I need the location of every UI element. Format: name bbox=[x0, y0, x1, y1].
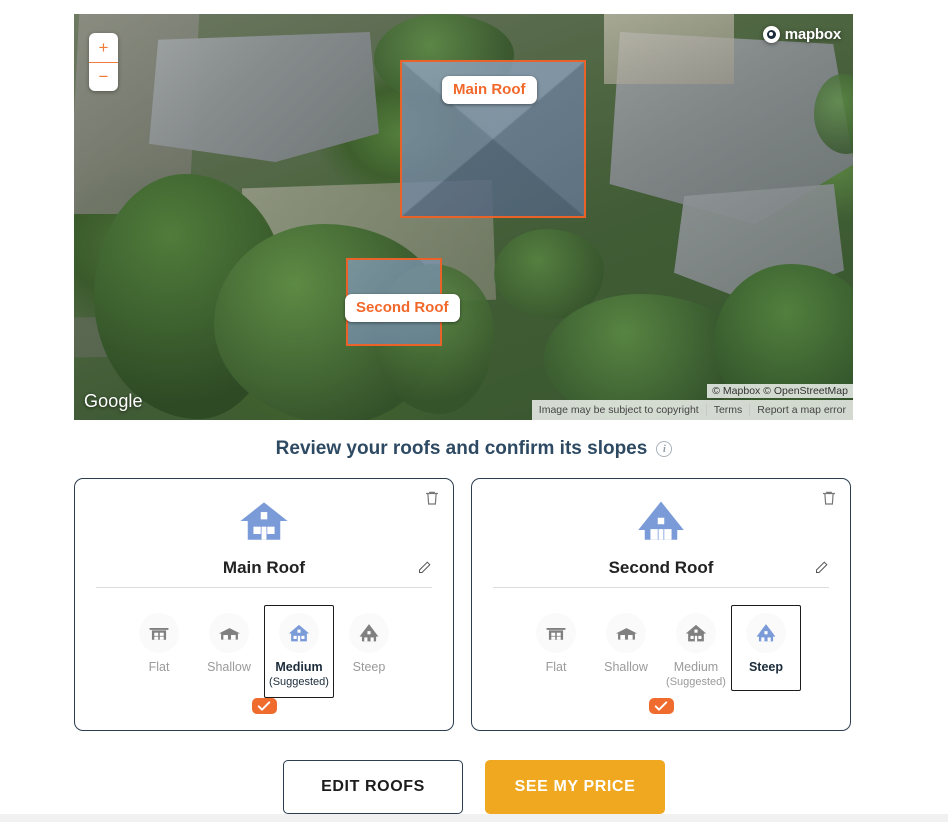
map-zoom-control[interactable]: + − bbox=[89, 33, 118, 91]
roof-card-list: Main Roof Flat Shallow Medium (Suggested… bbox=[74, 478, 854, 731]
terms-link[interactable]: Terms bbox=[705, 404, 750, 416]
map-label-second-roof[interactable]: Second Roof bbox=[345, 294, 460, 322]
slope-suggested-note-medium: (Suggested) bbox=[269, 676, 329, 688]
check-icon bbox=[654, 701, 668, 711]
card-title-row-second: Second Roof bbox=[493, 558, 829, 588]
page-root: Main Roof Second Roof + − mapbox Google … bbox=[0, 0, 948, 822]
check-icon bbox=[257, 701, 271, 711]
house-steep-icon bbox=[349, 613, 389, 653]
roof-card-second[interactable]: Second Roof Flat Shallow Medium (Suggest… bbox=[471, 478, 851, 731]
slope-label-flat: Flat bbox=[545, 660, 567, 674]
slope-option-flat[interactable]: Flat bbox=[521, 605, 591, 691]
slope-label-medium: Medium bbox=[275, 660, 323, 674]
slope-option-medium[interactable]: Medium (Suggested) bbox=[661, 605, 731, 698]
slope-suggested-note-medium: (Suggested) bbox=[666, 676, 726, 688]
house-shallow-icon bbox=[606, 613, 646, 653]
slope-label-shallow: Shallow bbox=[604, 660, 648, 674]
house-medium-icon bbox=[676, 613, 716, 653]
trash-icon[interactable] bbox=[423, 489, 441, 507]
mapbox-logo[interactable]: mapbox bbox=[762, 26, 842, 43]
edit-roofs-button[interactable]: EDIT ROOFS bbox=[283, 760, 463, 814]
aerial-map[interactable]: Main Roof Second Roof + − mapbox Google … bbox=[74, 14, 853, 420]
house-medium-icon bbox=[238, 499, 290, 548]
report-map-error-link[interactable]: Report a map error bbox=[749, 404, 853, 416]
page-title-text: Review your roofs and confirm its slopes bbox=[275, 438, 648, 459]
roof-name-second: Second Roof bbox=[608, 558, 714, 577]
zoom-out-button[interactable]: − bbox=[89, 63, 118, 92]
mapbox-attribution[interactable]: © Mapbox © OpenStreetMap bbox=[707, 384, 853, 398]
slope-option-steep[interactable]: Steep bbox=[731, 605, 801, 691]
zoom-in-button[interactable]: + bbox=[89, 33, 118, 63]
slope-option-flat[interactable]: Flat bbox=[124, 605, 194, 691]
slope-selector-second[interactable]: Flat Shallow Medium (Suggested) Steep bbox=[521, 605, 801, 698]
slope-label-steep: Steep bbox=[748, 660, 784, 674]
confirm-roof-button-second[interactable] bbox=[648, 698, 674, 714]
confirm-roof-button-main[interactable] bbox=[251, 698, 277, 714]
map-label-main-roof[interactable]: Main Roof bbox=[442, 76, 537, 104]
card-title-row-main: Main Roof bbox=[96, 558, 432, 588]
page-bottom-strip bbox=[0, 814, 948, 822]
copyright-notice: Image may be subject to copyright bbox=[538, 404, 699, 416]
slope-label-flat: Flat bbox=[148, 660, 170, 674]
house-steep-icon bbox=[635, 499, 687, 548]
slope-selector-main[interactable]: Flat Shallow Medium (Suggested) Steep bbox=[124, 605, 404, 698]
trash-icon[interactable] bbox=[820, 489, 838, 507]
info-icon[interactable]: i bbox=[656, 441, 673, 457]
house-shallow-icon bbox=[209, 613, 249, 653]
slope-label-medium: Medium bbox=[673, 660, 719, 674]
action-bar: EDIT ROOFS SEE MY PRICE bbox=[0, 760, 948, 814]
mapbox-logo-text: mapbox bbox=[784, 26, 842, 43]
slope-option-medium[interactable]: Medium (Suggested) bbox=[264, 605, 334, 698]
slope-label-shallow: Shallow bbox=[207, 660, 251, 674]
slope-option-shallow[interactable]: Shallow bbox=[194, 605, 264, 691]
house-medium-icon bbox=[279, 613, 319, 653]
roof-name-main: Main Roof bbox=[222, 558, 306, 577]
slope-option-shallow[interactable]: Shallow bbox=[591, 605, 661, 691]
house-steep-icon bbox=[746, 613, 786, 653]
google-logo: Google bbox=[84, 391, 143, 411]
slope-label-steep: Steep bbox=[352, 660, 386, 674]
mapbox-mark-icon bbox=[762, 26, 780, 43]
roof-card-main[interactable]: Main Roof Flat Shallow Medium (Suggested… bbox=[74, 478, 454, 731]
slope-option-steep[interactable]: Steep bbox=[334, 605, 404, 691]
see-my-price-button[interactable]: SEE MY PRICE bbox=[485, 760, 665, 814]
house-flat-icon bbox=[536, 613, 576, 653]
pencil-icon[interactable] bbox=[814, 560, 829, 575]
pencil-icon[interactable] bbox=[417, 560, 432, 575]
house-flat-icon bbox=[139, 613, 179, 653]
map-neighbor-house-left bbox=[149, 32, 379, 162]
page-title: Review your roofs and confirm its slopes… bbox=[0, 438, 948, 460]
map-driveway-top-right bbox=[604, 14, 734, 84]
google-attribution-bar: Image may be subject to copyright Terms … bbox=[531, 400, 853, 420]
